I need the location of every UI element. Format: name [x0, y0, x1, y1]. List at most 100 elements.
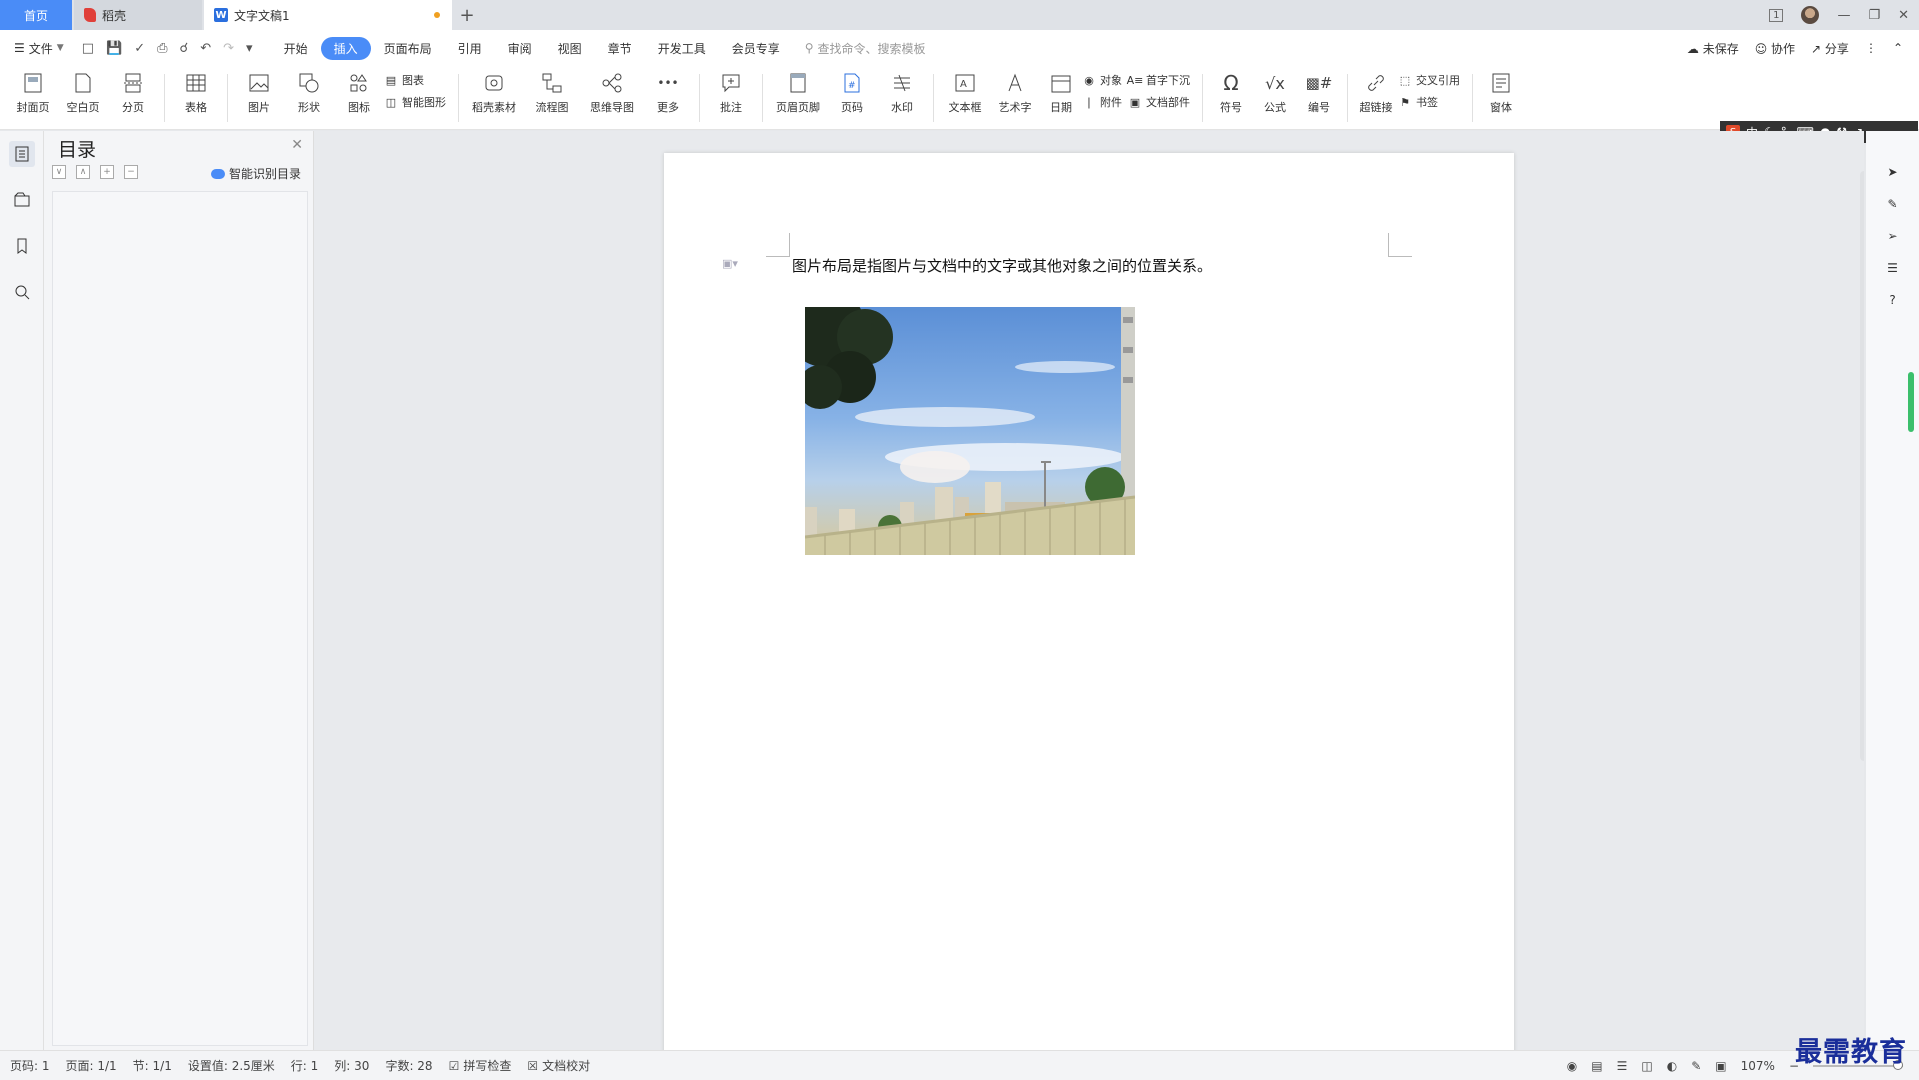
restore-icon[interactable]: ❐ — [1868, 8, 1880, 23]
tab-home[interactable]: 首页 — [0, 0, 72, 30]
smartart-button[interactable]: ◫ 智能图形 — [384, 94, 446, 110]
page-badge-icon[interactable]: 1 — [1769, 8, 1784, 22]
pen-icon[interactable]: ✎ — [1887, 197, 1897, 211]
undo-icon[interactable]: ↶ — [200, 41, 211, 56]
share-button[interactable]: ↗ 分享 — [1811, 40, 1849, 57]
search-nav-icon[interactable] — [9, 279, 35, 305]
new-tab-button[interactable]: + — [452, 0, 482, 30]
print-icon[interactable]: ⎙ — [157, 41, 167, 56]
picture-button[interactable]: 图片 — [234, 66, 284, 115]
hyperlink-button[interactable]: 超链接 — [1354, 66, 1398, 115]
save-icon[interactable]: 💾 — [106, 41, 122, 56]
tab-insert[interactable]: 插入 — [320, 36, 371, 60]
tab-start[interactable]: 开始 — [271, 37, 321, 60]
docer-material-button[interactable]: 稻壳素材 — [465, 66, 523, 115]
watermark-label: 水印 — [891, 101, 913, 114]
tab-document[interactable]: W 文字文稿1 — [204, 0, 452, 30]
wordart-button[interactable]: 艺术字 — [990, 66, 1040, 115]
fit-page-icon[interactable]: ▣ — [1715, 1059, 1726, 1073]
eye-protect-icon[interactable]: ◉ — [1567, 1059, 1577, 1073]
new-doc-icon[interactable]: □ — [82, 41, 94, 56]
remove-heading-icon[interactable]: − — [124, 165, 138, 179]
zoom-level[interactable]: 107% — [1741, 1059, 1775, 1073]
dropcap-button[interactable]: A≡ 首字下沉 — [1127, 72, 1190, 88]
icons-button[interactable]: 图标 — [334, 66, 384, 115]
page-view-icon[interactable]: ▤ — [1591, 1059, 1602, 1073]
page-number-button[interactable]: # 页码 — [827, 66, 877, 115]
smart-toc-label: 智能识别目录 — [228, 167, 301, 181]
comment-button[interactable]: 批注 — [706, 66, 756, 115]
customize-icon[interactable]: ▾ — [246, 41, 253, 56]
tab-docer-label: 稻壳 — [102, 8, 127, 23]
shape-button[interactable]: 形状 — [284, 66, 334, 115]
command-search[interactable]: ⚲ 查找命令、搜索模板 — [805, 40, 926, 57]
tab-chapter[interactable]: 章节 — [595, 37, 645, 60]
add-heading-icon[interactable]: + — [100, 165, 114, 179]
format-painter-icon[interactable]: ✓ — [134, 41, 145, 56]
document-page[interactable]: ▣▾ 图片布局是指图片与文档中的文字或其他对象之间的位置关系。 — [664, 153, 1514, 1050]
textbox-button[interactable]: A 文本框 — [940, 66, 990, 115]
redo-icon[interactable]: ↷ — [223, 41, 234, 56]
expand-all-icon[interactable]: ∧ — [76, 165, 90, 179]
collab-button[interactable]: ☺ 协作 — [1755, 40, 1795, 57]
watermark-button[interactable]: 水印 — [877, 66, 927, 115]
toc-nav-icon[interactable] — [8, 141, 35, 167]
tab-developer[interactable]: 开发工具 — [645, 37, 719, 60]
minimize-icon[interactable]: — — [1837, 8, 1850, 23]
proofread-button[interactable]: ☒ 文档校对 — [527, 1057, 590, 1074]
status-words[interactable]: 字数: 28 — [385, 1057, 432, 1074]
more-button[interactable]: ••• 更多 — [643, 66, 693, 115]
rocket-icon[interactable]: ➤ — [1887, 165, 1897, 179]
web-view-icon[interactable]: ◐ — [1667, 1059, 1677, 1073]
bookmark-button[interactable]: ⚑ 书签 — [1398, 94, 1460, 110]
form-button[interactable]: 窗体 — [1479, 66, 1523, 115]
paragraph-handle-icon[interactable]: ▣▾ — [722, 257, 738, 270]
file-menu[interactable]: ☰ 文件 ▼ — [14, 40, 64, 57]
inserted-photo[interactable] — [805, 307, 1135, 555]
table-button[interactable]: 表格 — [171, 66, 221, 115]
sliders-icon[interactable]: ☰ — [1887, 261, 1898, 275]
page-break-button[interactable]: 分页 — [108, 66, 158, 115]
smart-toc-button[interactable]: 智能识别目录 — [210, 165, 301, 182]
tab-review[interactable]: 审阅 — [495, 37, 545, 60]
bookmark-nav-icon[interactable] — [9, 233, 35, 259]
spell-check-button[interactable]: ☑ 拼写检查 — [449, 1057, 512, 1074]
attachment-button[interactable]: ❘ 附件 — [1082, 94, 1122, 110]
header-footer-button[interactable]: 页眉页脚 — [769, 66, 827, 115]
tab-references[interactable]: 引用 — [445, 37, 495, 60]
outline-view-icon[interactable]: ☰ — [1617, 1059, 1628, 1073]
tab-page-layout[interactable]: 页面布局 — [371, 37, 445, 60]
side-indicator[interactable] — [1908, 372, 1914, 432]
tab-member[interactable]: 会员专享 — [719, 37, 793, 60]
tab-view[interactable]: 视图 — [545, 37, 595, 60]
close-icon[interactable]: ✕ — [1898, 8, 1909, 23]
status-page[interactable]: 页码: 1 — [10, 1057, 50, 1074]
date-button[interactable]: 日期 — [1040, 66, 1082, 115]
avatar[interactable] — [1801, 6, 1820, 24]
chart-button[interactable]: ▤ 图表 — [384, 72, 446, 88]
cursor-icon[interactable]: ➢ — [1887, 229, 1897, 243]
vertical-scrollbar[interactable] — [1860, 171, 1864, 761]
chapter-nav-icon[interactable] — [9, 187, 35, 213]
collapse-ribbon-icon[interactable]: ⌃ — [1893, 41, 1903, 55]
symbol-button[interactable]: Ω 符号 — [1209, 66, 1253, 115]
crossref-button[interactable]: ⬚ 交叉引用 — [1398, 72, 1460, 88]
collapse-all-icon[interactable]: ∨ — [52, 165, 66, 179]
flowchart-button[interactable]: 流程图 — [523, 66, 581, 115]
close-icon[interactable]: ✕ — [291, 137, 303, 153]
blank-page-button[interactable]: 空白页 — [58, 66, 108, 115]
unsaved-button[interactable]: ☁ 未保存 — [1687, 40, 1739, 57]
equation-button[interactable]: √x 公式 — [1253, 66, 1297, 115]
tab-docer[interactable]: 稻壳 — [74, 0, 202, 30]
write-view-icon[interactable]: ✎ — [1691, 1059, 1701, 1073]
object-button[interactable]: ◉ 对象 — [1082, 72, 1122, 88]
docpart-button[interactable]: ▣ 文档部件 — [1128, 94, 1190, 110]
mindmap-button[interactable]: 思维导图 — [581, 66, 643, 115]
document-paragraph[interactable]: 图片布局是指图片与文档中的文字或其他对象之间的位置关系。 — [792, 255, 1212, 276]
cover-page-button[interactable]: 封面页 — [8, 66, 58, 115]
help-icon[interactable]: ? — [1889, 293, 1895, 307]
more-icon[interactable]: ⋮ — [1865, 41, 1877, 55]
print-preview-icon[interactable]: ☌ — [180, 41, 189, 56]
read-view-icon[interactable]: ◫ — [1641, 1059, 1652, 1073]
numbering-button[interactable]: ▩# 编号 — [1297, 66, 1341, 115]
